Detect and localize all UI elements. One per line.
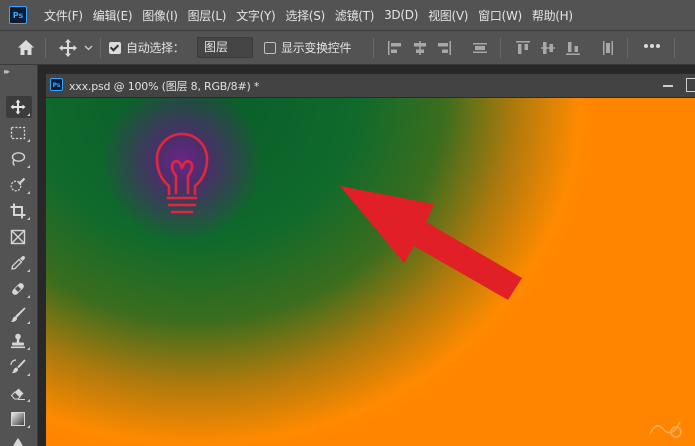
history-brush-tool-icon [10, 359, 26, 374]
menu-select[interactable]: 选择(S) [280, 7, 329, 24]
eraser-tool[interactable] [6, 382, 32, 404]
eraser-tool-icon [10, 388, 25, 400]
menu-layer[interactable]: 图层(L) [183, 7, 232, 24]
options-bar: 自动选择： 图层 显示变换控件 [0, 30, 695, 65]
brush-tool-icon [10, 307, 26, 322]
blur-tool[interactable] [6, 434, 32, 446]
home-icon[interactable] [17, 39, 35, 56]
marquee-tool-icon [10, 126, 26, 140]
document-area: Ps xxx.psd @ 100% (图层 8, RGB/8#) * [38, 65, 695, 446]
eyedropper-tool[interactable] [6, 252, 32, 274]
menu-window[interactable]: 窗口(W) [473, 7, 527, 24]
minimize-icon[interactable] [663, 85, 673, 87]
align-left-icon[interactable] [387, 40, 403, 56]
lightbulb-icon [155, 132, 209, 214]
align-top-icon[interactable] [515, 40, 531, 56]
show-transform-label: 显示变换控件 [281, 41, 352, 55]
align-center-icon[interactable] [412, 40, 428, 56]
auto-select-checkbox[interactable] [109, 42, 121, 54]
align-bottom-icon[interactable] [565, 40, 581, 56]
photoshop-logo: Ps [9, 6, 27, 24]
crop-tool-icon [10, 203, 26, 219]
separator [500, 38, 501, 58]
align-right-icon[interactable] [436, 40, 452, 56]
menu-image[interactable]: 图像(I) [137, 7, 182, 24]
collapse-panel-icon[interactable]: ▸▸ [4, 67, 10, 76]
maximize-icon[interactable] [686, 78, 695, 92]
lasso-tool-icon [11, 152, 26, 166]
menu-bar: Ps 文件(F) 编辑(E) 图像(I) 图层(L) 文字(Y) 选择(S) 滤… [0, 0, 695, 30]
auto-select-dropdown[interactable]: 图层 [197, 37, 253, 58]
quick-select-tool[interactable] [6, 174, 32, 196]
photoshop-window: Ps 文件(F) 编辑(E) 图像(I) 图层(L) 文字(Y) 选择(S) 滤… [0, 0, 695, 446]
separator [627, 38, 628, 58]
brush-tool[interactable] [6, 304, 32, 326]
separator [100, 38, 101, 58]
history-brush-tool[interactable] [6, 356, 32, 378]
document-title: xxx.psd @ 100% (图层 8, RGB/8#) * [69, 80, 260, 93]
chevron-down-icon[interactable] [84, 43, 93, 52]
red-arrow-annotation [340, 186, 522, 300]
menu-3d[interactable]: 3D(D) [379, 8, 423, 22]
healing-brush-tool[interactable] [6, 278, 32, 300]
tools-panel: ▸▸ [0, 65, 38, 446]
gradient-tool-icon [11, 412, 25, 426]
auto-select-label: 自动选择： [126, 41, 185, 55]
document-window-buttons [656, 74, 695, 97]
lasso-tool[interactable] [6, 148, 32, 170]
document-tab[interactable]: Ps xxx.psd @ 100% (图层 8, RGB/8#) * [46, 74, 695, 98]
marquee-tool[interactable] [6, 122, 32, 144]
clone-stamp-tool-icon [11, 333, 25, 349]
menu-edit[interactable]: 编辑(E) [88, 7, 137, 24]
clone-stamp-tool[interactable] [6, 330, 32, 352]
eyedropper-tool-icon [11, 256, 25, 270]
watermark-logo [649, 421, 682, 438]
distribute-vertical-icon[interactable] [600, 40, 616, 56]
menu-view[interactable]: 视图(V) [423, 7, 473, 24]
distribute-horizontal-icon[interactable] [472, 40, 488, 56]
frame-tool[interactable] [6, 226, 32, 248]
blur-tool-icon [13, 438, 23, 446]
menu-type[interactable]: 文字(Y) [231, 7, 280, 24]
document-ps-icon: Ps [50, 78, 63, 91]
quick-select-tool-icon [10, 177, 26, 192]
move-tool-icon [10, 99, 26, 115]
more-options-icon[interactable] [643, 43, 661, 49]
move-icon[interactable] [58, 38, 78, 58]
menu-file[interactable]: 文件(F) [39, 7, 88, 24]
crop-tool[interactable] [6, 200, 32, 222]
healing-brush-tool-icon [12, 283, 24, 295]
gradient-tool[interactable] [6, 408, 32, 430]
separator [373, 38, 374, 58]
menu-help[interactable]: 帮助(H) [527, 7, 578, 24]
separator [674, 38, 675, 58]
move-tool[interactable] [6, 96, 32, 118]
frame-tool-icon [10, 229, 26, 245]
document-canvas[interactable] [46, 98, 695, 446]
show-transform-checkbox[interactable] [264, 42, 276, 54]
separator [45, 38, 46, 58]
menu-filter[interactable]: 滤镜(T) [330, 7, 379, 24]
align-middle-icon[interactable] [540, 40, 556, 56]
